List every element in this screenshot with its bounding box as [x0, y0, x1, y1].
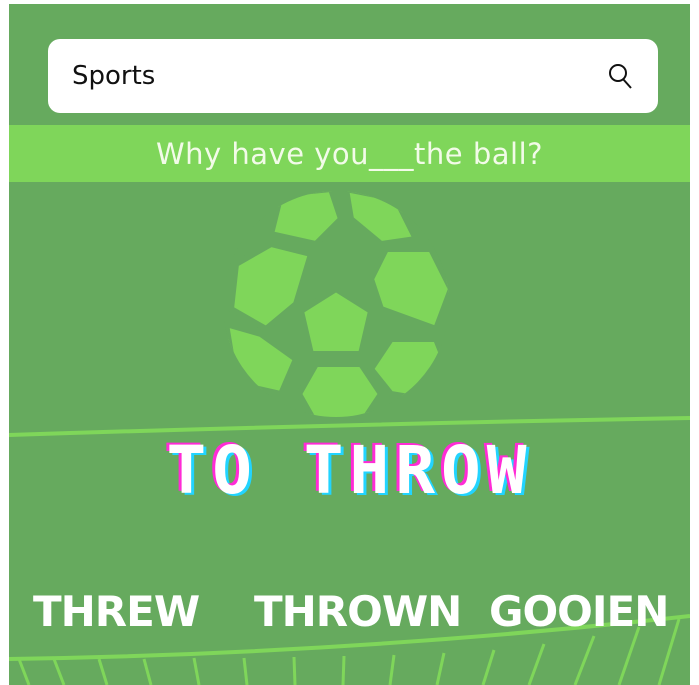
answer-option-1[interactable]: THREW — [33, 587, 200, 636]
question-text: Why have you___the ball? — [155, 136, 544, 171]
search-input[interactable]: Sports — [72, 61, 606, 91]
search-bar[interactable]: Sports — [48, 39, 658, 113]
search-icon[interactable] — [606, 62, 634, 90]
quiz-card: Sports Why have you___the ball? TO THROW… — [9, 4, 690, 685]
question-banner: Why have you___the ball? — [9, 125, 690, 182]
verb-title: TO THROW — [166, 432, 533, 509]
answer-option-2[interactable]: THROWN — [254, 587, 462, 636]
answer-option-3[interactable]: GOOIEN — [489, 587, 669, 636]
soccer-ball-icon — [223, 191, 449, 417]
